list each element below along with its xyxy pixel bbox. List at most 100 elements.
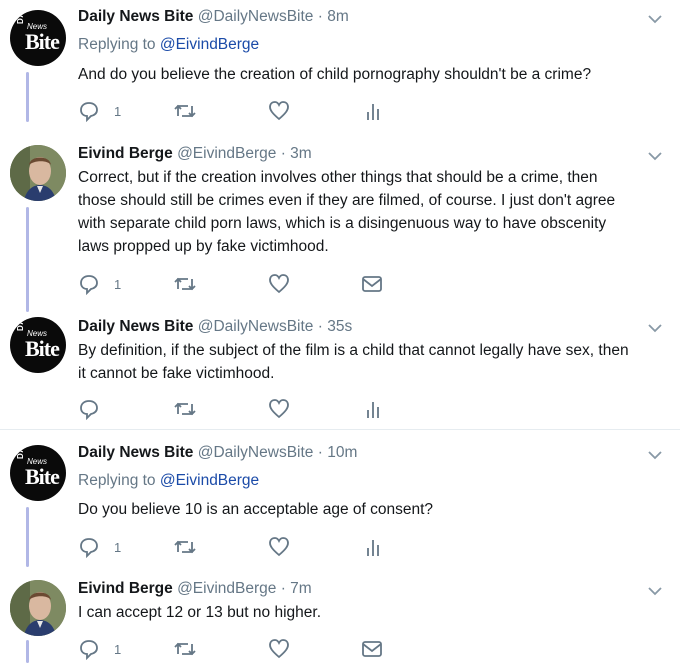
reply-button[interactable]: 1	[78, 638, 121, 660]
thread-line	[26, 207, 29, 312]
avatar[interactable]	[10, 580, 66, 636]
analytics-icon	[367, 104, 379, 120]
retweet-button[interactable]	[173, 536, 197, 558]
handle[interactable]: @DailyNewsBite	[198, 8, 314, 25]
reply-button[interactable]: 1	[78, 273, 121, 295]
mention-link[interactable]: @EivindBerge	[160, 36, 259, 53]
text-line: those should still be crimes even if the…	[78, 192, 616, 209]
avatar[interactable]	[10, 145, 66, 201]
reply-icon	[80, 275, 98, 295]
like-button[interactable]	[268, 536, 290, 558]
tweet-text: Correct, but if the creation involves ot…	[78, 166, 668, 258]
avatar[interactable]: DAILY News Bite	[10, 445, 66, 501]
heart-icon	[269, 101, 289, 121]
reply-count: 1	[114, 642, 122, 657]
replying-to: Replying to @EivindBerge	[78, 36, 260, 53]
separator-dot: ·	[317, 8, 323, 25]
tweet-text: By definition, if the subject of the fil…	[78, 339, 668, 385]
display-name[interactable]: Eivind Berge	[78, 145, 173, 162]
analytics-button[interactable]	[363, 398, 383, 420]
tweet-header: Eivind Berge @EivindBerge · 3m	[78, 145, 312, 163]
reply-icon	[80, 102, 98, 122]
chevron-down-icon[interactable]	[648, 14, 662, 24]
message-button[interactable]	[361, 273, 383, 295]
retweet-icon	[174, 642, 196, 656]
handle[interactable]: @DailyNewsBite	[198, 318, 314, 335]
heart-icon	[269, 537, 289, 557]
thread-line	[26, 72, 29, 122]
display-name[interactable]: Eivind Berge	[78, 580, 173, 597]
tweet-header: Daily News Bite @DailyNewsBite · 10m	[78, 444, 357, 462]
timestamp[interactable]: 3m	[290, 145, 312, 162]
analytics-button[interactable]	[363, 100, 383, 122]
timestamp[interactable]: 8m	[327, 8, 349, 25]
separator-dot: ·	[280, 145, 286, 162]
message-icon	[362, 641, 382, 657]
timestamp[interactable]: 10m	[327, 444, 357, 461]
analytics-icon	[367, 540, 379, 556]
handle[interactable]: @DailyNewsBite	[198, 444, 314, 461]
like-button[interactable]	[268, 638, 290, 660]
tweet-header: Daily News Bite @DailyNewsBite · 8m	[78, 8, 349, 26]
reply-count: 1	[114, 104, 122, 119]
analytics-icon	[367, 402, 379, 418]
text-line: it cannot be fake victimhood.	[78, 365, 275, 382]
separator-dot: ·	[317, 318, 323, 335]
thread-line	[26, 640, 29, 663]
mention-link[interactable]: @EivindBerge	[160, 472, 259, 489]
profile-photo-icon	[10, 145, 66, 201]
heart-icon	[269, 274, 289, 294]
retweet-icon	[174, 104, 196, 118]
like-button[interactable]	[268, 398, 290, 420]
display-name[interactable]: Daily News Bite	[78, 444, 193, 461]
retweet-button[interactable]	[173, 638, 197, 660]
like-button[interactable]	[268, 100, 290, 122]
message-button[interactable]	[361, 638, 383, 660]
reply-icon	[80, 640, 98, 660]
display-name[interactable]: Daily News Bite	[78, 8, 193, 25]
reply-count: 1	[114, 540, 122, 555]
retweet-icon	[174, 540, 196, 554]
retweet-button[interactable]	[173, 398, 197, 420]
text-line: with separate child porn laws, which is …	[78, 215, 607, 232]
text-line: laws propped up by fake victimhood.	[78, 238, 329, 255]
thread-line	[26, 507, 29, 567]
separator-dot: ·	[280, 580, 286, 597]
chevron-down-icon[interactable]	[648, 151, 662, 161]
reply-button[interactable]: 1	[78, 536, 121, 558]
retweet-icon	[174, 402, 196, 416]
text-line: Correct, but if the creation involves ot…	[78, 169, 598, 186]
separator-dot: ·	[317, 444, 323, 461]
heart-icon	[269, 639, 289, 659]
timestamp[interactable]: 7m	[290, 580, 312, 597]
handle[interactable]: @EivindBerge	[177, 145, 276, 162]
analytics-button[interactable]	[363, 536, 383, 558]
reply-count: 1	[114, 277, 122, 292]
tweet-text: I can accept 12 or 13 but no higher.	[78, 604, 322, 621]
reply-icon	[80, 538, 98, 558]
chevron-down-icon[interactable]	[648, 450, 662, 460]
text-line: By definition, if the subject of the fil…	[78, 342, 629, 359]
handle[interactable]: @EivindBerge	[177, 580, 276, 597]
tweet-header: Daily News Bite @DailyNewsBite · 35s	[78, 318, 352, 336]
reply-icon	[80, 400, 98, 420]
heart-icon	[269, 399, 289, 419]
chevron-down-icon[interactable]	[648, 586, 662, 596]
reply-button[interactable]	[78, 398, 100, 420]
reply-button[interactable]: 1	[78, 100, 121, 122]
avatar[interactable]: DAILY News Bite	[10, 317, 66, 373]
profile-photo-icon	[10, 580, 66, 636]
like-button[interactable]	[268, 273, 290, 295]
message-icon	[362, 276, 382, 292]
replying-to: Replying to @EivindBerge	[78, 472, 260, 489]
tweet-text: And do you believe the creation of child…	[78, 66, 592, 83]
retweet-button[interactable]	[173, 273, 197, 295]
retweet-button[interactable]	[173, 100, 197, 122]
avatar[interactable]: DAILY News Bite	[10, 10, 66, 66]
divider	[0, 429, 680, 430]
chevron-down-icon[interactable]	[648, 323, 662, 333]
display-name[interactable]: Daily News Bite	[78, 318, 193, 335]
retweet-icon	[174, 277, 196, 291]
tweet-text: Do you believe 10 is an acceptable age o…	[78, 501, 434, 518]
timestamp[interactable]: 35s	[327, 318, 352, 335]
